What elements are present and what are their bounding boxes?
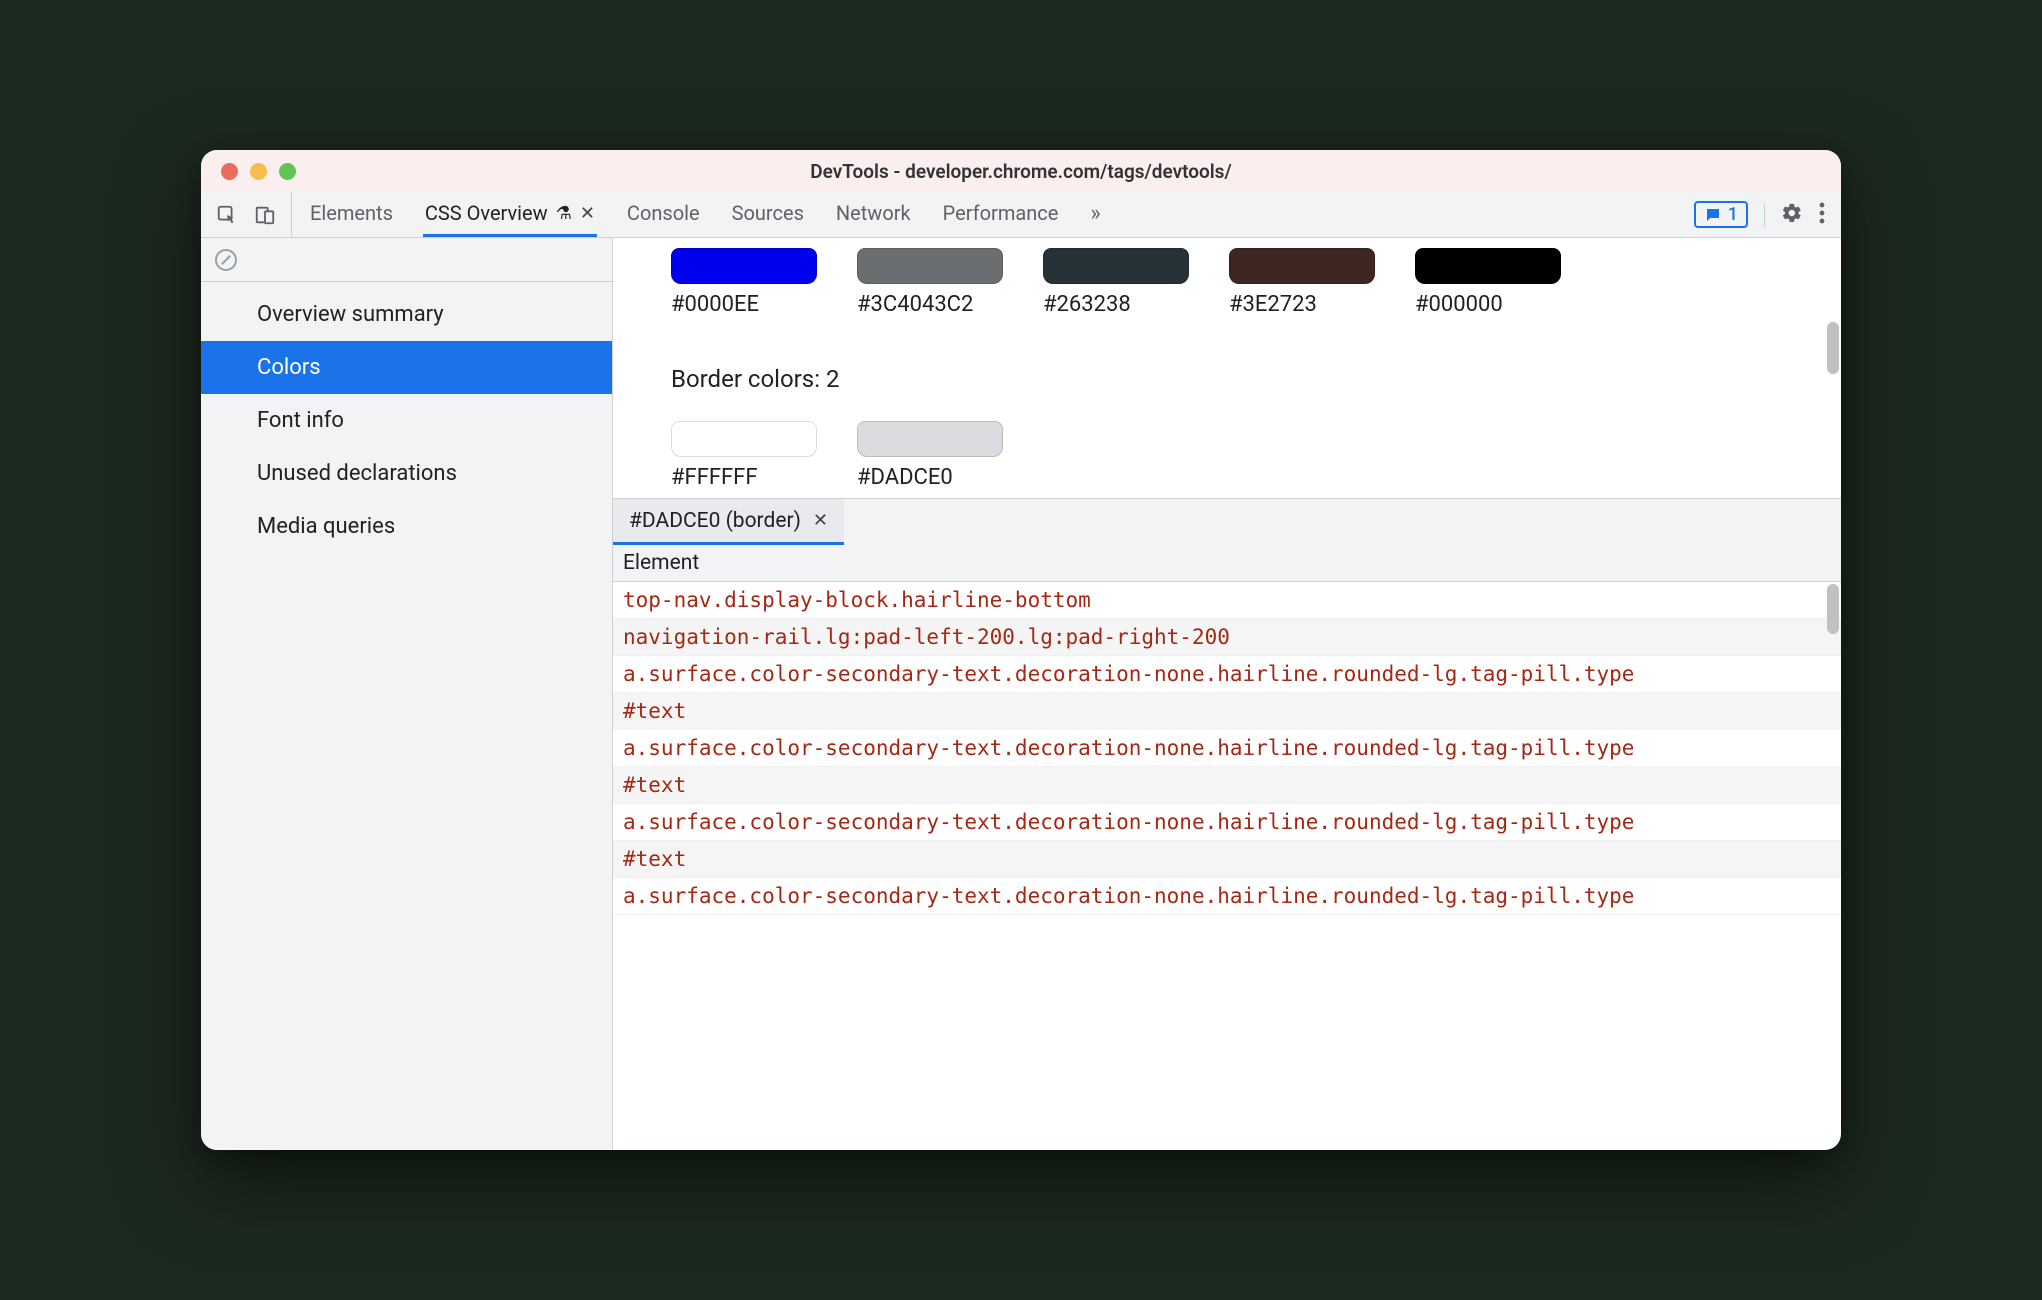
titlebar: DevTools - developer.chrome.com/tags/dev…: [201, 150, 1841, 192]
separator: [1764, 203, 1765, 227]
sidebar-toolbar: [201, 238, 612, 282]
element-row[interactable]: navigation-rail.lg:pad-left-200.lg:pad-r…: [613, 619, 1841, 656]
color-swatch[interactable]: #DADCE0: [857, 421, 1003, 490]
detail-tab-label: #DADCE0 (border): [629, 509, 801, 533]
experiment-icon: ⚗: [556, 203, 572, 224]
colors-section: #0000EE #3C4043C2 #263238 #3E2723 #000000 Bo…: [613, 238, 1841, 498]
issues-count: 1: [1728, 204, 1738, 225]
sidebar-item-colors[interactable]: Colors: [201, 341, 612, 394]
text-colors-row: #0000EE #3C4043C2 #263238 #3E2723 #000000: [671, 238, 1841, 317]
window-controls: [201, 163, 296, 180]
element-row[interactable]: #text: [613, 693, 1841, 730]
device-toggle-icon[interactable]: [253, 203, 277, 227]
detail-column-header: Element: [613, 545, 1841, 582]
color-swatch[interactable]: #FFFFFF: [671, 421, 817, 490]
swatch-label: #FFFFFF: [671, 465, 817, 490]
main-toolbar: Elements CSS Overview ⚗ ✕ Console Source…: [201, 192, 1841, 238]
sidebar-item-overview-summary[interactable]: Overview summary: [201, 288, 612, 341]
tab-label: Console: [627, 201, 700, 225]
css-overview-sidebar: Overview summary Colors Font info Unused…: [201, 238, 613, 1150]
issues-button[interactable]: 1: [1694, 201, 1748, 228]
sidebar-item-media-queries[interactable]: Media queries: [201, 500, 612, 553]
detail-tab-selected-color[interactable]: #DADCE0 (border) ✕: [613, 499, 844, 545]
color-detail-panel: #DADCE0 (border) ✕ Element top-nav.displ…: [613, 498, 1841, 1150]
border-colors-heading: Border colors: 2: [671, 365, 1841, 393]
element-row[interactable]: a.surface.color-secondary-text.decoratio…: [613, 804, 1841, 841]
swatch-label: #000000: [1415, 292, 1561, 317]
element-row[interactable]: a.surface.color-secondary-text.decoratio…: [613, 656, 1841, 693]
panel-content: Overview summary Colors Font info Unused…: [201, 238, 1841, 1150]
settings-gear-icon[interactable]: [1781, 202, 1803, 228]
issues-icon: [1704, 206, 1722, 224]
element-row[interactable]: top-nav.display-block.hairline-bottom: [613, 582, 1841, 619]
close-tab-icon[interactable]: ✕: [580, 203, 595, 224]
clear-overview-icon[interactable]: [215, 249, 237, 271]
tab-network[interactable]: Network: [834, 192, 913, 237]
toolbar-right-group: 1: [1678, 192, 1841, 237]
tab-elements[interactable]: Elements: [308, 192, 395, 237]
inspect-element-icon[interactable]: [215, 203, 239, 227]
color-swatch[interactable]: #0000EE: [671, 248, 817, 317]
swatch-box[interactable]: [671, 248, 817, 284]
swatch-label: #263238: [1043, 292, 1189, 317]
devtools-window: DevTools - developer.chrome.com/tags/dev…: [201, 150, 1841, 1150]
swatch-box[interactable]: [857, 421, 1003, 457]
swatch-label: #0000EE: [671, 292, 817, 317]
element-row[interactable]: #text: [613, 767, 1841, 804]
close-window-button[interactable]: [221, 163, 238, 180]
swatch-label: #3E2723: [1229, 292, 1375, 317]
sidebar-item-font-info[interactable]: Font info: [201, 394, 612, 447]
element-row[interactable]: #text: [613, 841, 1841, 878]
border-colors-row: #FFFFFF #DADCE0: [671, 411, 1841, 490]
color-swatch[interactable]: #263238: [1043, 248, 1189, 317]
kebab-menu-icon[interactable]: [1819, 202, 1825, 228]
tab-performance[interactable]: Performance: [941, 192, 1061, 237]
tab-label: Network: [836, 201, 911, 225]
window-title: DevTools - developer.chrome.com/tags/dev…: [201, 160, 1841, 183]
sidebar-item-unused-declarations[interactable]: Unused declarations: [201, 447, 612, 500]
swatch-label: #3C4043C2: [857, 292, 1003, 317]
swatch-box[interactable]: [1415, 248, 1561, 284]
tab-label: Performance: [943, 201, 1059, 225]
tab-label: Sources: [732, 201, 804, 225]
swatch-box[interactable]: [1229, 248, 1375, 284]
swatch-box[interactable]: [1043, 248, 1189, 284]
close-detail-tab-icon[interactable]: ✕: [813, 510, 828, 531]
detail-tabs: #DADCE0 (border) ✕: [613, 499, 1841, 545]
scrollbar-thumb[interactable]: [1827, 584, 1839, 634]
panel-tabs: Elements CSS Overview ⚗ ✕ Console Source…: [292, 192, 1678, 237]
color-swatch[interactable]: #3E2723: [1229, 248, 1375, 317]
scrollbar-thumb[interactable]: [1827, 322, 1839, 374]
minimize-window-button[interactable]: [250, 163, 267, 180]
swatch-label: #DADCE0: [857, 465, 1003, 490]
tab-css-overview[interactable]: CSS Overview ⚗ ✕: [423, 192, 597, 237]
sidebar-list: Overview summary Colors Font info Unused…: [201, 282, 612, 553]
tab-label: Elements: [310, 201, 393, 225]
element-row[interactable]: a.surface.color-secondary-text.decoratio…: [613, 878, 1841, 915]
color-swatch[interactable]: #000000: [1415, 248, 1561, 317]
detail-element-list: top-nav.display-block.hairline-bottomnav…: [613, 582, 1841, 915]
tab-label: CSS Overview: [425, 201, 548, 225]
color-swatch[interactable]: #3C4043C2: [857, 248, 1003, 317]
zoom-window-button[interactable]: [279, 163, 296, 180]
element-row[interactable]: a.surface.color-secondary-text.decoratio…: [613, 730, 1841, 767]
tab-console[interactable]: Console: [625, 192, 702, 237]
css-overview-main: #0000EE #3C4043C2 #263238 #3E2723 #000000 Bo…: [613, 238, 1841, 1150]
swatch-box[interactable]: [857, 248, 1003, 284]
device-toolbar-group: [201, 192, 292, 237]
tab-sources[interactable]: Sources: [730, 192, 806, 237]
swatch-box[interactable]: [671, 421, 817, 457]
more-tabs-chevron-icon[interactable]: »: [1088, 192, 1102, 237]
